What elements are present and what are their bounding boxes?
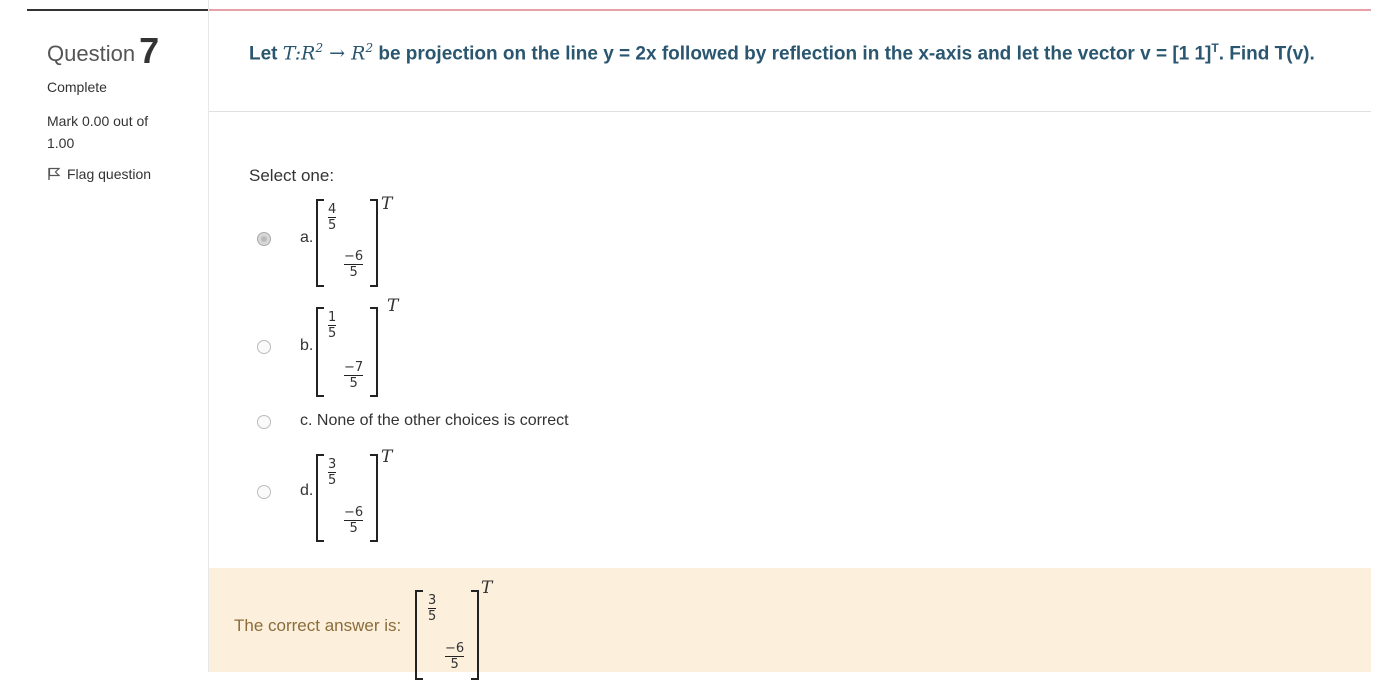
numerator: 4 — [328, 202, 337, 217]
qtext-sup-t: T — [1211, 41, 1219, 55]
feedback-panel: The correct answer is: 35 −6 5 T — [209, 568, 1371, 680]
bracket-right — [471, 590, 479, 680]
denominator: 5 — [450, 657, 459, 672]
option-letter: a. — [300, 229, 314, 246]
numerator: −6 — [445, 641, 465, 656]
question-content: Let T:R2 → R2 be projection on the line … — [208, 0, 1371, 680]
correct-answer-label: The correct answer is: — [234, 616, 402, 635]
numerator: 3 — [428, 593, 437, 608]
option-a[interactable]: a. — [257, 229, 313, 246]
question-info: Question 7 Complete Mark 0.00 out of 1.00… — [27, 0, 208, 672]
divider — [27, 9, 208, 11]
denominator: 5 — [349, 521, 358, 536]
qtext-sup2: 2 — [365, 41, 374, 55]
numerator: 3 — [328, 457, 337, 472]
bracket-right — [370, 199, 378, 287]
transpose-sup: T — [381, 194, 393, 214]
matrix-option-b: 15 −7 5 — [316, 307, 378, 397]
option-c-text: c. None of the other choices is correct — [300, 412, 569, 430]
bracket-right — [370, 307, 378, 397]
qtext-map: T:R — [282, 42, 316, 65]
question-label: Question — [47, 41, 136, 66]
flag-question-link[interactable]: Flag question — [47, 166, 151, 182]
fraction-bottom: −7 5 — [344, 360, 364, 391]
qtext-prefix: Let — [249, 43, 278, 65]
option-c[interactable]: c. None of the other choices is correct — [257, 412, 569, 429]
qtext-sup1: 2 — [315, 41, 324, 55]
radio-option-c[interactable] — [257, 415, 271, 429]
bracket-left — [415, 590, 423, 680]
flag-icon — [48, 167, 61, 180]
flag-label: Flag question — [67, 166, 152, 182]
matrix-option-d: 35 −6 5 — [316, 454, 378, 542]
option-b[interactable]: b. — [257, 337, 313, 354]
transpose-sup: T — [387, 296, 399, 316]
question-number: Question 7 — [47, 28, 160, 71]
transpose-sup: T — [381, 447, 393, 467]
select-prompt: Select one: — [249, 166, 335, 185]
numerator: −7 — [344, 360, 364, 375]
matrix-correct-answer: 35 −6 5 — [415, 590, 479, 680]
qtext-arrow: → — [323, 42, 352, 65]
radio-option-b[interactable] — [257, 340, 271, 354]
option-text: None of the other choices is correct — [316, 412, 569, 429]
question-state: Complete — [47, 79, 107, 95]
divider — [209, 111, 1371, 112]
bracket-left — [316, 199, 324, 287]
numerator: 1 — [328, 310, 337, 325]
fraction-top: 15 — [328, 310, 337, 341]
divider — [209, 9, 1371, 11]
numerator: −6 — [344, 505, 364, 520]
option-letter: d. — [300, 482, 314, 499]
qtext-body: be projection on the line y = 2x followe… — [373, 43, 1212, 65]
denominator: 5 — [328, 473, 337, 488]
fraction-top: 35 — [428, 593, 437, 624]
fraction-bottom: −6 5 — [344, 249, 364, 280]
option-letter: c. — [300, 412, 313, 429]
option-letter: b. — [300, 337, 314, 354]
numerator: −6 — [344, 249, 364, 264]
transpose-sup: T — [481, 578, 493, 598]
question-grade: Mark 0.00 out of 1.00 — [47, 113, 149, 151]
bracket-left — [316, 454, 324, 542]
bracket-right — [370, 454, 378, 542]
denominator: 5 — [328, 218, 337, 233]
denominator: 5 — [428, 609, 437, 624]
denominator: 5 — [328, 326, 337, 341]
radio-option-d[interactable] — [257, 485, 271, 499]
denominator: 5 — [349, 376, 358, 391]
qtext-r: R — [351, 42, 366, 65]
bracket-left — [316, 307, 324, 397]
denominator: 5 — [349, 265, 358, 280]
question-text: Let T:R2 → R2 be projection on the line … — [249, 33, 1349, 69]
fraction-top: 35 — [328, 457, 337, 488]
option-d[interactable]: d. — [257, 482, 313, 499]
fraction-bottom: −6 5 — [344, 505, 364, 536]
question-num: 7 — [139, 30, 160, 71]
qtext-suffix: . Find T(v). — [1218, 43, 1315, 65]
fraction-top: 45 — [328, 202, 337, 233]
matrix-option-a: 45 −6 5 — [316, 199, 378, 287]
radio-option-a[interactable] — [257, 232, 271, 246]
fraction-bottom: −6 5 — [445, 641, 465, 672]
